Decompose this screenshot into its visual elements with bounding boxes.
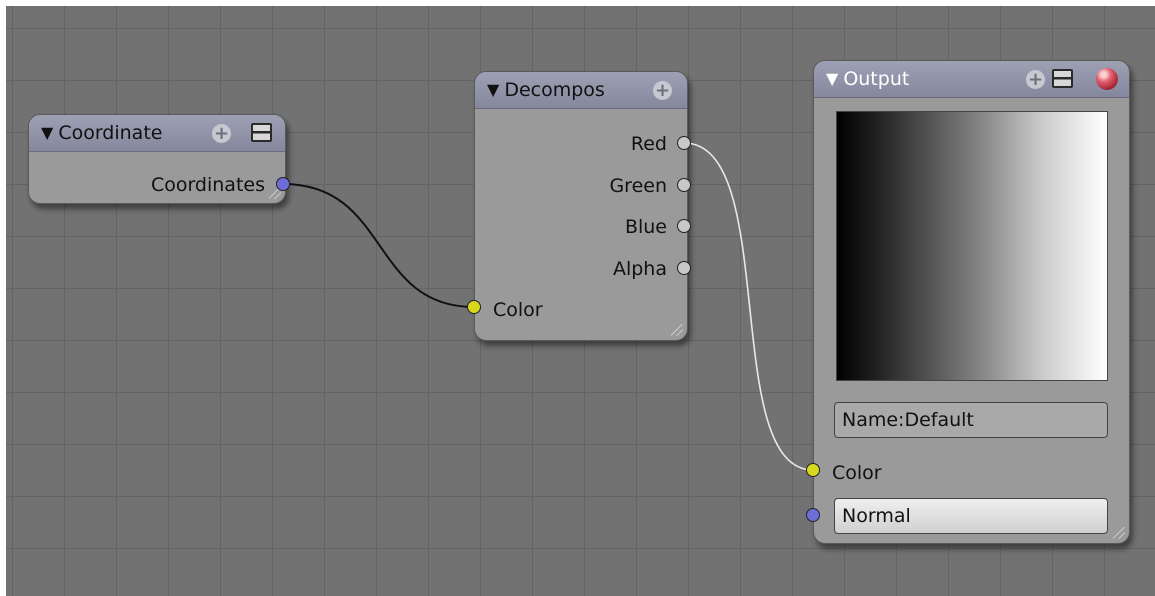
coordinate-node-title: Coordinate	[58, 122, 163, 144]
sphere-icon[interactable]	[1096, 68, 1118, 90]
socket-label-coordinates: Coordinates	[150, 174, 265, 196]
output-node[interactable]: ▼ Output + Name:Default Color Normal	[813, 60, 1130, 544]
triangle-down-icon[interactable]: ▼	[826, 71, 838, 87]
resize-handle[interactable]	[1113, 527, 1125, 539]
list-icon[interactable]	[1052, 69, 1073, 88]
socket-label-color-input: Color	[832, 462, 882, 484]
triangle-down-icon[interactable]: ▼	[487, 82, 499, 98]
socket-blue-output[interactable]	[677, 219, 691, 233]
decompose-node-title: Decompos	[504, 79, 605, 101]
output-preview-image	[836, 111, 1108, 381]
coordinate-node[interactable]: ▼ Coordinate + Coordinates	[28, 114, 286, 204]
socket-green-output[interactable]	[677, 178, 691, 192]
name-field[interactable]: Name:Default	[834, 402, 1108, 438]
list-icon[interactable]	[251, 123, 272, 142]
socket-color-input-output-node[interactable]	[806, 463, 820, 477]
socket-normal-input[interactable]	[806, 508, 820, 522]
resize-handle[interactable]	[671, 324, 683, 336]
plus-icon[interactable]: +	[653, 81, 672, 100]
socket-label-red: Red	[630, 133, 667, 155]
socket-label-color-input: Color	[493, 299, 543, 321]
output-node-title: Output	[843, 68, 910, 90]
triangle-down-icon[interactable]: ▼	[41, 125, 53, 141]
coordinate-node-header[interactable]: ▼ Coordinate +	[29, 115, 285, 152]
plus-icon[interactable]: +	[1026, 70, 1045, 89]
socket-label-alpha: Alpha	[612, 258, 667, 280]
socket-color-input[interactable]	[467, 300, 481, 314]
socket-alpha-output[interactable]	[677, 261, 691, 275]
output-node-header[interactable]: ▼ Output +	[814, 61, 1129, 98]
normal-field[interactable]: Normal	[834, 498, 1108, 534]
socket-label-blue: Blue	[624, 216, 667, 238]
decompose-node-header[interactable]: ▼ Decompos +	[475, 72, 687, 109]
socket-coordinates-output[interactable]	[276, 177, 290, 191]
socket-label-green: Green	[609, 175, 667, 197]
decompose-node[interactable]: ▼ Decompos + Red Green Blue Alpha Color	[474, 71, 688, 341]
socket-red-output[interactable]	[677, 136, 691, 150]
plus-icon[interactable]: +	[212, 124, 231, 143]
